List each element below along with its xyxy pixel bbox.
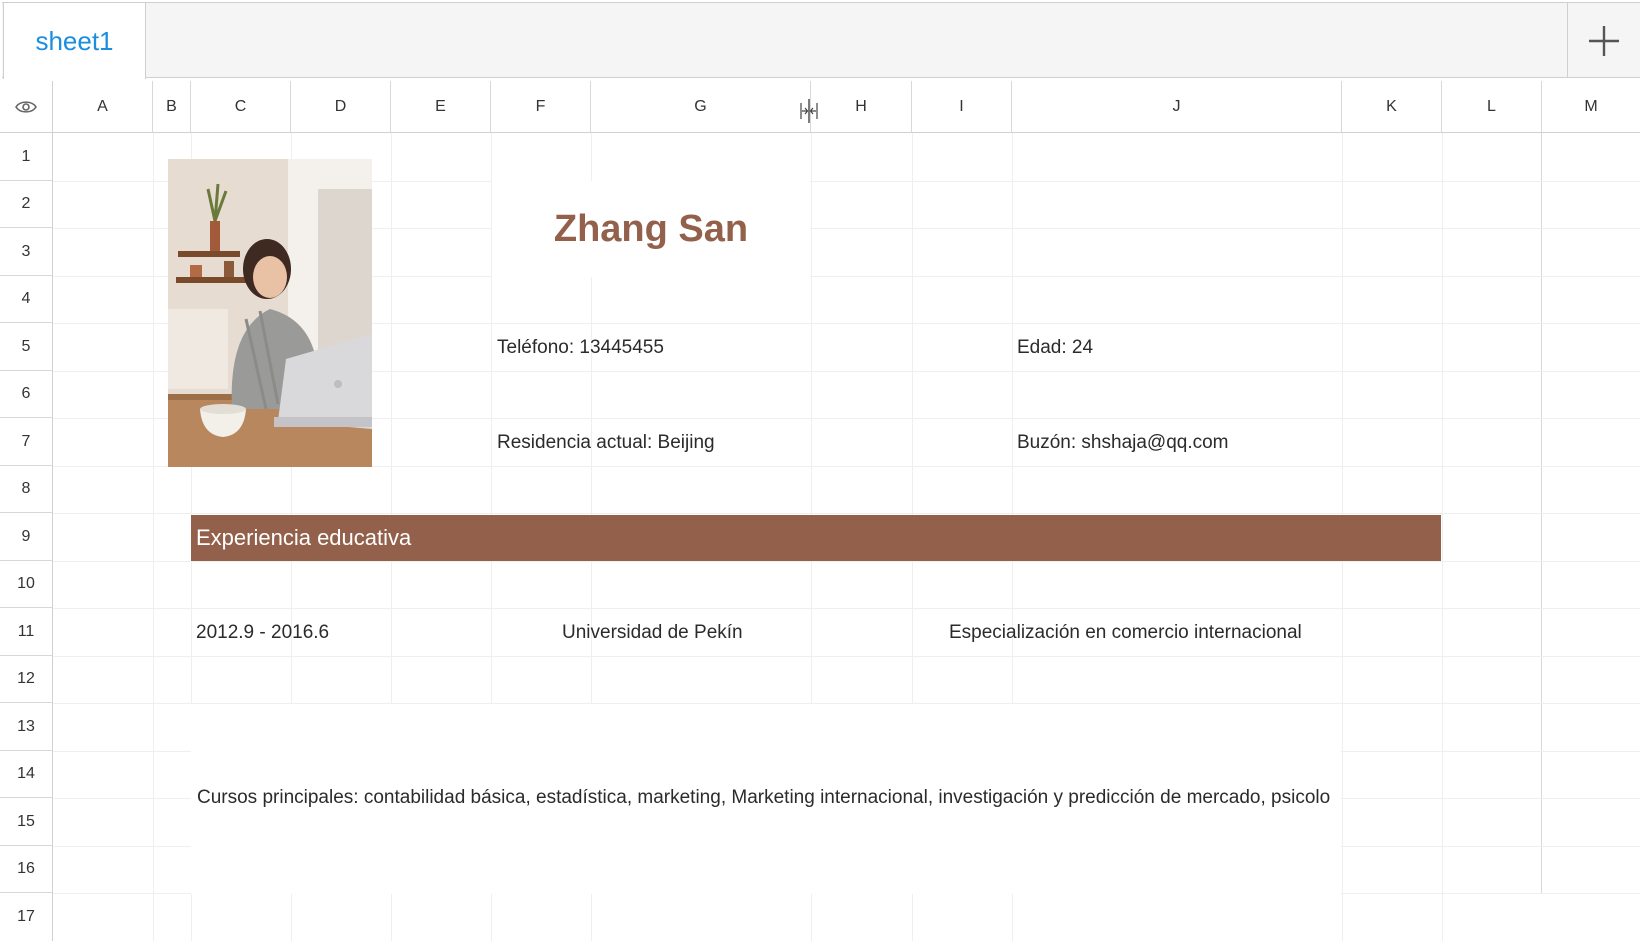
column-header-d[interactable]: D	[291, 81, 391, 133]
eye-icon	[15, 100, 37, 113]
row-header-16[interactable]: 16	[0, 846, 53, 893]
row-header-13[interactable]: 13	[0, 703, 53, 751]
row-header-7[interactable]: 7	[0, 418, 53, 466]
row-header-12[interactable]: 12	[0, 656, 53, 703]
age-cell[interactable]: Edad: 24	[1017, 337, 1093, 359]
column-header-j[interactable]: J	[1012, 81, 1342, 133]
courses-cell[interactable]: Cursos principales: contabilidad básica,…	[191, 704, 1341, 894]
row-header-4[interactable]: 4	[0, 276, 53, 323]
row-header-6[interactable]: 6	[0, 371, 53, 418]
column-header-m[interactable]: M	[1542, 81, 1640, 133]
column-header-f[interactable]: F	[491, 81, 591, 133]
plus-icon	[1589, 25, 1619, 56]
column-header-h[interactable]: H	[811, 81, 912, 133]
column-header-k[interactable]: K	[1342, 81, 1442, 133]
row-header-3[interactable]: 3	[0, 228, 53, 276]
row-header-14[interactable]: 14	[0, 751, 53, 798]
education-period-cell[interactable]: 2012.9 - 2016.6	[196, 622, 329, 644]
row-header-17[interactable]: 17	[0, 893, 53, 941]
residence-cell[interactable]: Residencia actual: Beijing	[497, 432, 715, 454]
column-header-l[interactable]: L	[1442, 81, 1542, 133]
sheet-tab-bar: sheet1	[2, 2, 1640, 79]
courses-text: Cursos principales: contabilidad básica,…	[197, 787, 1331, 808]
row-header-8[interactable]: 8	[0, 466, 53, 513]
university-cell[interactable]: Universidad de Pekín	[562, 622, 743, 644]
column-header-g[interactable]: G	[591, 81, 811, 133]
tab-label: sheet1	[35, 25, 114, 56]
column-header-b[interactable]: B	[153, 81, 191, 133]
row-header-1[interactable]: 1	[0, 133, 53, 181]
section-title: Experiencia educativa	[196, 525, 412, 550]
gridline	[53, 656, 1640, 657]
column-header-e[interactable]: E	[391, 81, 491, 133]
column-header-c[interactable]: C	[191, 81, 291, 133]
toggle-visibility-button[interactable]	[0, 81, 53, 133]
row-header-2[interactable]: 2	[0, 181, 53, 228]
row-header-5[interactable]: 5	[0, 323, 53, 371]
gridline	[53, 561, 1640, 562]
tab-sheet1[interactable]: sheet1	[3, 3, 146, 79]
mailbox-cell[interactable]: Buzón: shshaja@qq.com	[1017, 432, 1229, 454]
row-header-9[interactable]: 9	[0, 513, 53, 561]
column-header-i[interactable]: I	[912, 81, 1012, 133]
gridline	[53, 513, 1640, 514]
section-header-education[interactable]: Experiencia educativa	[191, 515, 1441, 561]
column-header-a[interactable]: A	[53, 81, 153, 133]
row-header-15[interactable]: 15	[0, 798, 53, 846]
profile-photo[interactable]	[168, 159, 372, 467]
column-resize-icon[interactable]	[798, 98, 820, 124]
add-sheet-button[interactable]	[1567, 3, 1640, 78]
gridline	[153, 133, 154, 941]
major-cell[interactable]: Especialización en comercio internaciona…	[949, 622, 1302, 644]
row-header-11[interactable]: 11	[0, 608, 53, 656]
candidate-name: Zhang San	[553, 207, 749, 250]
gridline	[1442, 133, 1443, 941]
phone-cell[interactable]: Teléfono: 13445455	[497, 337, 664, 359]
row-header-10[interactable]: 10	[0, 561, 53, 608]
gridline	[53, 608, 1640, 609]
name-cell[interactable]: Zhang San	[492, 181, 810, 277]
